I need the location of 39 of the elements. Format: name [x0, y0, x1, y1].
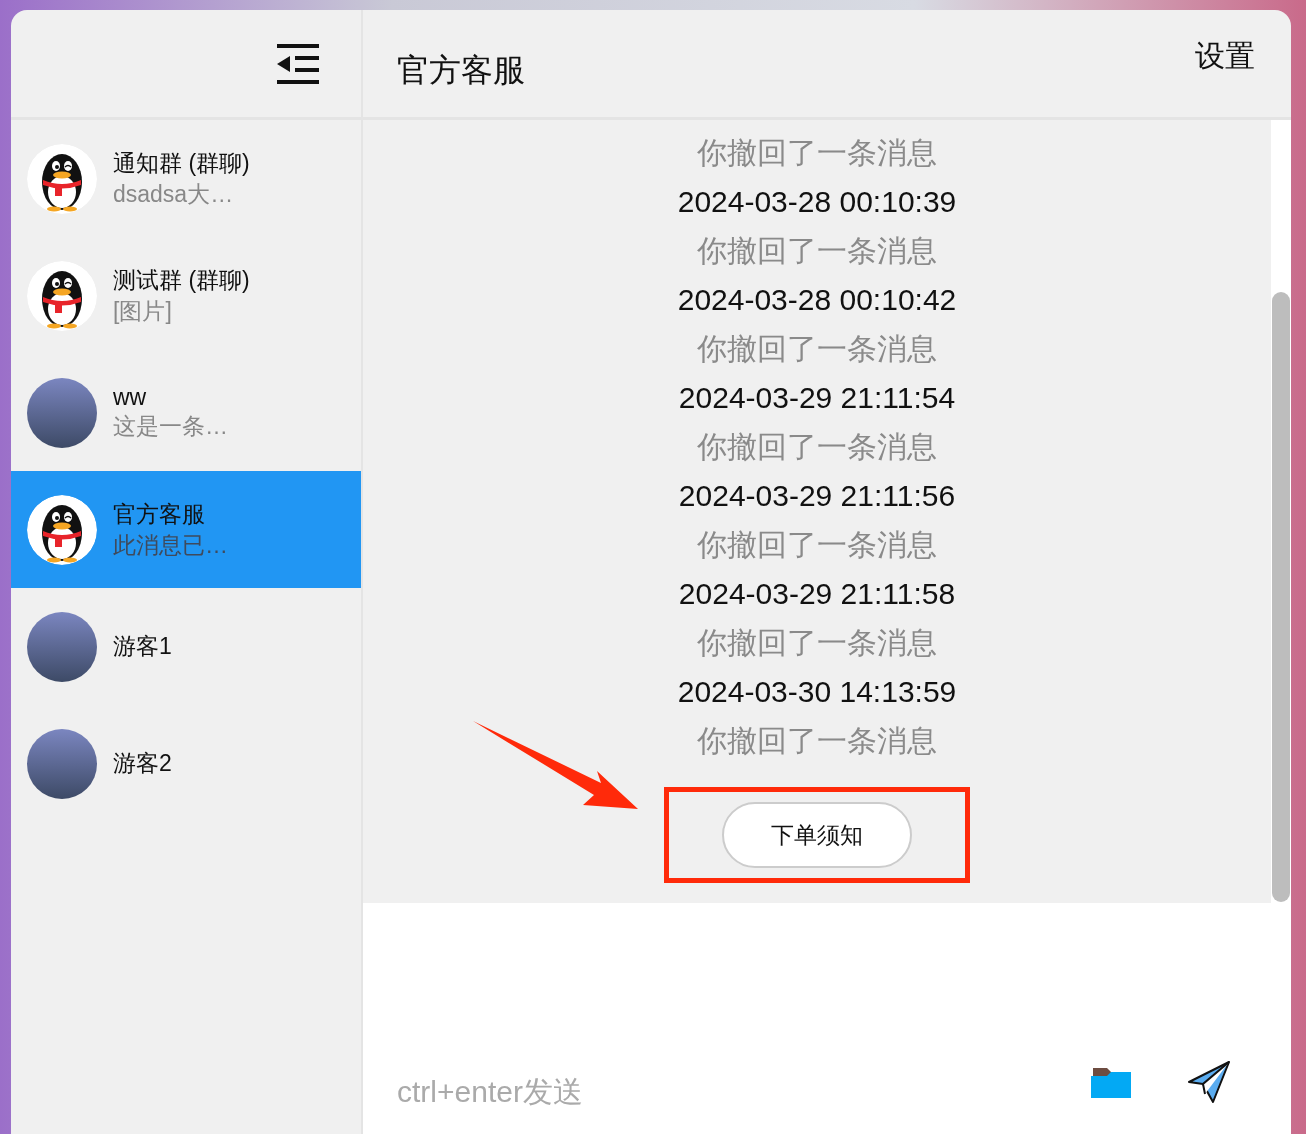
chat-name: 通知群 (群聊) — [113, 148, 250, 178]
message-preview: [图片] — [113, 296, 173, 326]
message-preview: 这是一条… — [113, 411, 228, 441]
chat-name: 测试群 (群聊) — [113, 265, 250, 295]
settings-link[interactable]: 设置 — [1195, 36, 1255, 77]
recall-notice: 你撤回了一条消息 — [697, 527, 937, 563]
recall-notice: 你撤回了一条消息 — [697, 233, 937, 269]
message-timestamp: 2024-03-28 00:10:42 — [677, 282, 957, 318]
message-timestamp: 2024-03-29 21:11:56 — [678, 478, 956, 514]
chat-name: 游客2 — [113, 749, 172, 778]
chat-list-item[interactable]: 官方客服 此消息已… — [11, 471, 361, 588]
send-icon[interactable] — [1187, 1060, 1231, 1104]
chat-list-item[interactable]: 测试群 (群聊) [图片] — [11, 237, 361, 354]
chat-title: 官方客服 — [397, 50, 525, 90]
recall-notice: 你撤回了一条消息 — [697, 625, 937, 661]
chat-list-item[interactable]: 通知群 (群聊) dsadsa大… — [11, 120, 361, 237]
chat-list-item[interactable]: 游客1 — [11, 588, 361, 705]
chat-name: 游客1 — [113, 632, 172, 661]
penguin-avatar-icon — [27, 494, 97, 565]
recall-notice: 你撤回了一条消息 — [697, 135, 937, 171]
message-timestamp: 2024-03-29 21:11:54 — [678, 380, 956, 416]
chat-name: 官方客服 — [113, 499, 206, 529]
message-timestamp: 2024-03-28 00:10:39 — [677, 184, 957, 220]
recall-notice: 你撤回了一条消息 — [697, 429, 937, 465]
message-preview: 此消息已… — [113, 530, 228, 560]
message-preview: dsadsa大… — [113, 179, 235, 209]
order-notice-button[interactable]: 下单须知 — [722, 802, 912, 868]
scrollbar-thumb[interactable] — [1272, 292, 1290, 902]
menu-collapse-icon[interactable] — [277, 43, 319, 84]
penguin-avatar-icon — [27, 260, 97, 331]
chat-list-item[interactable]: 游客2 — [11, 705, 361, 822]
recall-notice: 你撤回了一条消息 — [697, 331, 937, 367]
message-timestamp: 2024-03-30 14:13:59 — [677, 674, 957, 710]
penguin-avatar-icon — [27, 143, 97, 214]
chat-name: ww — [113, 383, 148, 411]
message-timestamp: 2024-03-29 21:11:58 — [678, 576, 956, 612]
message-input-field[interactable]: ctrl+enter发送 — [395, 1074, 799, 1110]
chat-list-item[interactable]: ww 这是一条… — [11, 354, 361, 471]
recall-notice: 你撤回了一条消息 — [697, 723, 937, 759]
